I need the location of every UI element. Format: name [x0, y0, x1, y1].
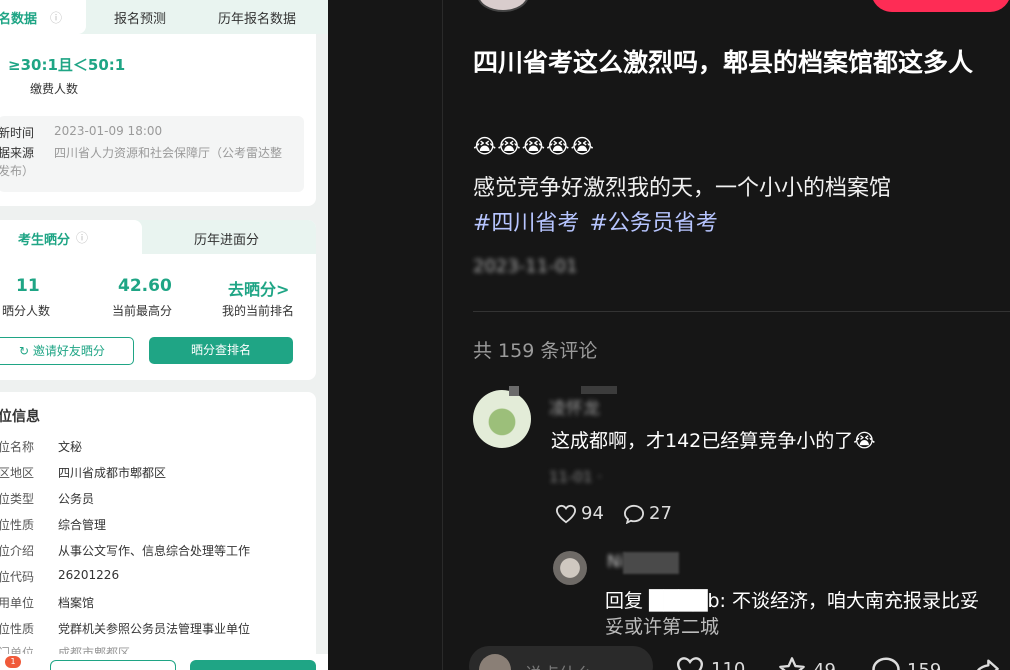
post-title: 四川省考这么激烈吗，郫县的档案馆都这多人 — [473, 48, 974, 77]
tab-signup-data: 名数据 — [0, 12, 38, 27]
info-box: 新时间 2023-01-09 18:00 据来源 四川省人力资源和社会保障厅（公… — [0, 116, 304, 192]
tag-link[interactable]: #公务员省考 — [589, 211, 717, 236]
comment-panel: 四川省考这么激烈吗，郫县的档案馆都这多人 😭😭😭😭😭 感觉竞争好激烈我的天，一个… — [442, 0, 1010, 670]
gap — [328, 0, 442, 670]
comment-meta: 11-01 · — [549, 468, 603, 486]
mosaic-pixel — [509, 386, 519, 396]
tag-link[interactable]: #四川省考 — [473, 211, 579, 236]
stat-rank-label: 我的当前排名 — [222, 304, 295, 318]
position-title: 位信息 — [0, 409, 40, 425]
info-icon: ⓘ — [76, 231, 89, 245]
reply-count: 27 — [649, 503, 672, 524]
reply-user[interactable]: Ni — [607, 552, 624, 572]
author-avatar[interactable] — [477, 0, 529, 12]
row-label: 位性质 — [0, 622, 35, 636]
follow-button[interactable] — [871, 0, 1010, 12]
post-image[interactable]: 名数据 ⓘ 报名预测 历年报名数据 ≥30:1且＜50:1 缴费人数 新时间 2… — [0, 0, 328, 670]
commenter-name[interactable]: 凌怀龙 — [549, 394, 600, 419]
row-label: 区地区 — [0, 466, 35, 480]
tab-history-score: 历年进面分 — [194, 233, 260, 248]
like-count: 94 — [581, 503, 604, 524]
score-tabs: 考生晒分 ⓘ 历年进面分 — [0, 220, 316, 254]
rank-button: 晒分查排名 — [149, 337, 293, 364]
tab-score-share: 考生晒分 — [18, 233, 71, 248]
invite-button: ↻ 邀请好友晒分 — [0, 337, 134, 365]
outline-button — [50, 660, 176, 670]
stat-count-label: 晒分人数 — [2, 304, 51, 318]
comment-icon — [872, 657, 900, 670]
stat-top-label: 当前最高分 — [112, 304, 173, 318]
badge: 1 — [5, 656, 21, 668]
star-icon — [779, 657, 805, 670]
heart-icon — [676, 657, 704, 670]
row-label: 位类型 — [0, 492, 35, 506]
tab-history: 历年报名数据 — [218, 12, 297, 27]
like-action[interactable]: 110 — [675, 656, 745, 670]
row-value: 党群机关参照公务员法管理事业单位 — [58, 622, 251, 636]
source-value-2: 发布） — [0, 164, 35, 178]
share-score-link: 去晒分> — [228, 280, 290, 299]
row-value: 档案馆 — [58, 596, 95, 610]
comment-icon — [623, 504, 645, 524]
post-date: 2023-11-01 — [473, 256, 578, 277]
row-label: 用单位 — [0, 596, 35, 610]
score-card: 考生晒分 ⓘ 历年进面分 11 晒分人数 42.60 当前最高分 去晒分> 我的… — [0, 220, 316, 380]
comment-count: 共 159 条评论 — [473, 340, 598, 362]
comment-action[interactable]: 159 — [871, 656, 941, 670]
row-value: 公务员 — [58, 492, 95, 506]
row-label: 位名称 — [0, 440, 35, 454]
bottom-actions: 1 — [0, 654, 328, 670]
fill-button — [190, 660, 316, 670]
comment-reply[interactable]: 27 — [623, 503, 672, 524]
stat-top-value: 42.60 — [118, 276, 172, 296]
mosaic-pixel — [623, 552, 679, 574]
comment-placeholder: 说点什么 — [525, 660, 593, 670]
row-value: 26201226 — [58, 568, 120, 582]
tag-list: #四川省考 #公务员省考 — [473, 205, 728, 237]
emoji-row: 😭😭😭😭😭 — [473, 134, 595, 158]
ratio-label: 缴费人数 — [30, 82, 79, 96]
share-action[interactable] — [971, 656, 1007, 670]
update-value: 2023-01-09 18:00 — [54, 124, 163, 138]
row-value: 文秘 — [58, 440, 83, 454]
divider — [473, 311, 1010, 312]
star-total: 49 — [813, 659, 836, 670]
mosaic-pixel — [581, 386, 617, 394]
comment-like[interactable]: 94 — [555, 503, 604, 524]
reply-avatar[interactable] — [553, 551, 587, 585]
reply-text-2: 妥或许第二城 — [605, 616, 720, 638]
update-label: 新时间 — [0, 126, 35, 140]
stat-count-value: 11 — [16, 276, 40, 296]
heart-icon — [555, 504, 577, 523]
row-value: 从事公文写作、信息综合处理等工作 — [58, 544, 251, 558]
commenter-avatar[interactable] — [473, 390, 531, 448]
comment-total: 159 — [907, 659, 942, 670]
like-total: 110 — [711, 658, 746, 670]
refresh-icon: ↻ — [19, 344, 33, 358]
info-icon: ⓘ — [50, 11, 63, 25]
tab-prediction: 报名预测 — [114, 12, 167, 27]
ratio-value: ≥30:1且＜50:1 — [8, 56, 126, 74]
row-label: 位介绍 — [0, 544, 35, 558]
reply-text: 回复 ████b: 不谈经济，咱大南充报录比妥 — [605, 590, 979, 612]
row-label: 位性质 — [0, 518, 35, 532]
row-value: 综合管理 — [58, 518, 107, 532]
share-icon — [976, 659, 999, 670]
favorite-action[interactable]: 49 — [777, 656, 836, 670]
row-value: 四川省成都市郫都区 — [58, 466, 167, 480]
comment-text: 这成都啊，才142已经算竞争小的了😭 — [551, 430, 876, 452]
signup-card: ≥30:1且＜50:1 缴费人数 新时间 2023-01-09 18:00 据来… — [0, 34, 316, 206]
source-value: 四川省人力资源和社会保障厅（公考雷达整 — [54, 146, 283, 160]
post-description: 感觉竞争好激烈我的天，一个小小的档案馆 — [473, 176, 892, 201]
data-tabs: 名数据 ⓘ 报名预测 历年报名数据 — [0, 0, 328, 34]
source-label: 据来源 — [0, 146, 35, 160]
row-label: 位代码 — [0, 570, 35, 584]
